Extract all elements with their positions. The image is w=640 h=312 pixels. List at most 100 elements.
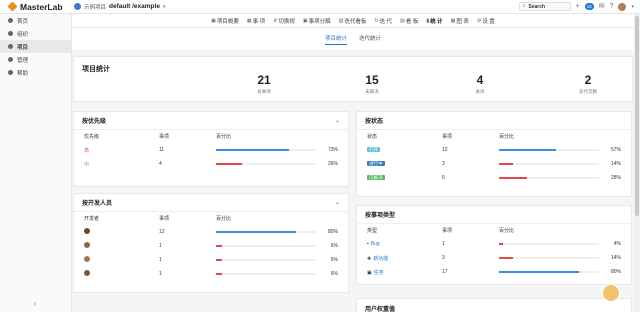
nav-icon: ▣ xyxy=(302,17,308,24)
progress-fill xyxy=(216,273,222,275)
percent-label: 14% xyxy=(610,161,621,167)
nav-label: 设 置 xyxy=(482,18,495,25)
nav-label: 项目概要 xyxy=(216,18,239,25)
priority-label[interactable]: 中 xyxy=(84,162,89,168)
status-badge[interactable]: 进行中 xyxy=(367,161,385,166)
developer-avatar[interactable] xyxy=(84,270,90,276)
project-nav-item[interactable]: ↻ 迭 代 xyxy=(374,17,392,25)
project-nav-item[interactable]: ▦ 事 项 xyxy=(247,17,265,25)
issue-type-link[interactable]: Bug xyxy=(371,241,380,247)
issue-type-icon: ▪ xyxy=(367,241,369,247)
progress-bar xyxy=(216,163,316,165)
home-icon xyxy=(8,18,13,23)
assistant-avatar[interactable] xyxy=(602,284,620,302)
nav-label: 事 项 xyxy=(252,18,266,25)
sidebar-item-projects[interactable]: 项目 xyxy=(0,40,71,53)
nav-icon: ▦ xyxy=(450,17,456,24)
percent-label: 28% xyxy=(610,175,621,181)
plus-icon[interactable]: + xyxy=(576,3,580,10)
progress-bar xyxy=(499,271,599,273)
notification-badge[interactable]: 15 xyxy=(584,3,594,10)
table-row: 12 80% xyxy=(74,225,348,239)
tab-project-stats[interactable]: 项目统计 xyxy=(324,34,347,45)
user-menu-chevron-icon[interactable]: ▾ xyxy=(631,4,634,10)
issue-count: 1 xyxy=(442,241,445,247)
progress-bar xyxy=(216,149,316,151)
page-scrollbar[interactable] xyxy=(634,14,640,312)
mail-icon[interactable]: ✉ xyxy=(599,3,605,10)
project-nav-item[interactable]: ▥ 迭代看板 xyxy=(339,17,367,25)
chevron-down-icon[interactable]: ▾ xyxy=(163,4,166,10)
breadcrumb-org[interactable]: 示例项目 xyxy=(84,3,106,11)
breadcrumb-project[interactable]: default /example xyxy=(109,3,160,10)
project-nav: ▣ 项目概要 ▦ 事 项 ⇵ 切换视 ▣ 事项分解 ▥ 迭代看板 ↻ 迭 代 ▤ 看 板 ▮ 统 计 ▦ 图 表 ⚙… xyxy=(72,14,634,28)
percent-label: 26% xyxy=(327,161,338,167)
percent-label: 80% xyxy=(327,229,338,235)
issue-type-link[interactable]: 任务 xyxy=(374,270,384,276)
developer-avatar[interactable] xyxy=(84,228,90,234)
project-nav-item[interactable]: ▤ 看 板 xyxy=(400,17,418,25)
nav-icon: ▤ xyxy=(400,17,405,24)
table-header: 开发者 事项 百分比 xyxy=(84,216,232,222)
sidebar-item-org[interactable]: 组织 xyxy=(0,27,71,40)
sidebar-item-home[interactable]: 首页 xyxy=(0,14,71,27)
tab-sprint-stats[interactable]: 迭代统计 xyxy=(359,34,381,44)
issue-count: 3 xyxy=(442,255,445,261)
project-nav-item[interactable]: ⇵ 切换视 xyxy=(273,17,295,25)
panel-title: 按开发人员 xyxy=(82,201,113,207)
brand[interactable]: MasterLab xyxy=(0,1,72,12)
nav-icon: ↻ xyxy=(374,17,379,24)
project-nav-item[interactable]: ⚙ 设 置 xyxy=(477,17,495,25)
developer-avatar[interactable] xyxy=(84,242,90,248)
table-row: ✚ 新功能 3 14% xyxy=(357,251,631,265)
nav-icon: ▮ xyxy=(426,17,430,24)
progress-fill xyxy=(499,177,527,179)
top-bar: MasterLab 示例项目 default /example ▾ ⌕ Sear… xyxy=(0,0,640,14)
status-badge[interactable]: 打开 xyxy=(367,147,380,152)
stats-subtabs: 项目统计 迭代统计 xyxy=(72,28,634,50)
percent-label: 6% xyxy=(330,243,338,249)
stat-closed: 4 关闭 xyxy=(475,73,485,94)
progress-bar xyxy=(499,243,599,245)
breadcrumb: 示例项目 default /example ▾ xyxy=(74,3,165,11)
progress-bar xyxy=(216,259,316,261)
project-nav-item[interactable]: ▮ 统 计 xyxy=(426,17,442,25)
user-avatar[interactable] xyxy=(618,2,627,11)
status-panel: 按状态 状态 事项 百分比 打开 12 57% 进行中 3 14% 已解决 6 28% xyxy=(356,111,632,197)
progress-bar xyxy=(216,245,316,247)
progress-fill xyxy=(499,163,513,165)
help-icon[interactable]: ? xyxy=(610,3,614,10)
nav-label: 迭代看板 xyxy=(344,18,367,25)
chevron-down-icon[interactable]: ⌄ xyxy=(335,117,340,124)
chevron-down-icon[interactable]: ⌄ xyxy=(335,199,340,206)
sidebar-item-admin[interactable]: 管理 xyxy=(0,53,71,66)
sidebar-item-help[interactable]: 帮助 xyxy=(0,66,71,79)
progress-bar xyxy=(216,231,316,233)
issue-type-link[interactable]: 新功能 xyxy=(373,256,388,262)
progress-fill xyxy=(216,149,289,151)
issue-count: 1 xyxy=(159,271,162,277)
table-header: 状态 事项 百分比 xyxy=(367,134,515,140)
priority-label[interactable]: 高 xyxy=(84,148,89,154)
scrollbar-thumb[interactable] xyxy=(635,16,639,216)
nav-label: 迭 代 xyxy=(379,18,393,25)
nav-icon: ▦ xyxy=(246,17,252,24)
nav-label: 图 表 xyxy=(456,18,469,25)
table-row: 打开 12 57% xyxy=(357,143,631,157)
org-icon xyxy=(8,31,13,36)
status-badge[interactable]: 已解决 xyxy=(367,175,385,180)
progress-bar xyxy=(216,273,316,275)
table-row: 1 6% xyxy=(74,253,348,267)
search-input[interactable]: ⌕ Search xyxy=(518,2,571,11)
progress-bar xyxy=(499,177,599,179)
developer-avatar[interactable] xyxy=(84,256,90,262)
collapse-sidebar-icon[interactable]: ‹ xyxy=(34,301,36,308)
nav-label: 事项分解 xyxy=(308,18,331,25)
developer-panel: 按开发人员 ⌄ 开发者 事项 百分比 12 80% 1 6% 1 6% 1 6% xyxy=(73,193,349,293)
project-nav-item[interactable]: ▣ 事项分解 xyxy=(303,17,331,25)
stat-sprints: 2 迭代次数 xyxy=(579,73,597,94)
issue-count: 3 xyxy=(442,161,445,167)
project-nav-item[interactable]: ▦ 图 表 xyxy=(451,17,469,25)
table-row: 进行中 3 14% xyxy=(357,157,631,171)
project-nav-item[interactable]: ▣ 项目概要 xyxy=(211,17,239,25)
